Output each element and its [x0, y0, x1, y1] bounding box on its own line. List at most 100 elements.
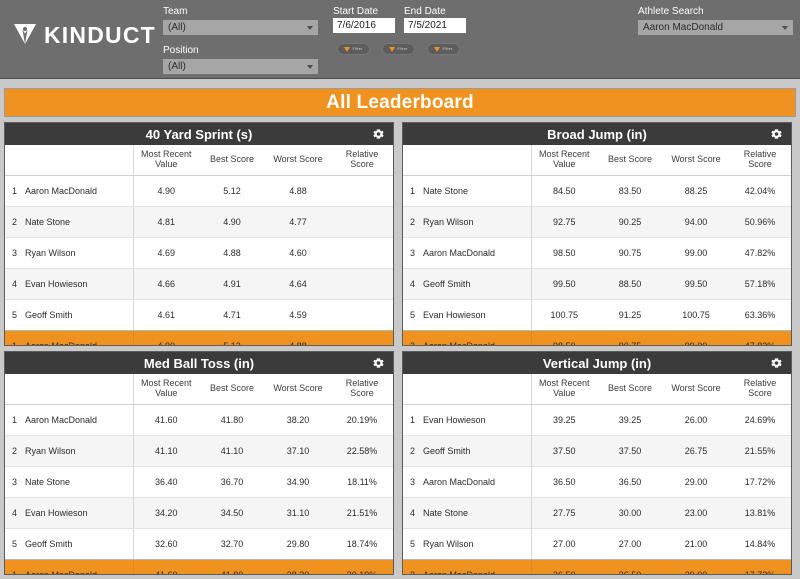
cell-relative — [331, 206, 393, 238]
table-row[interactable]: 2 Ryan Wilson 41.10 41.10 37.10 22.58% — [5, 435, 393, 467]
table-row[interactable]: 3 Aaron MacDonald 98.50 90.75 99.00 47.82% — [403, 237, 791, 269]
cell-relative: 47.82% — [729, 329, 791, 345]
leaderboard-panel-grid: 40 Yard Sprint (s) Most Recent Value Best … — [4, 122, 796, 575]
cell-name: Geoff Smith — [423, 268, 532, 300]
cell-rank: 2 — [403, 435, 423, 467]
cell-relative: 47.82% — [729, 237, 791, 269]
column-header-blank-1[interactable] — [423, 374, 532, 405]
highlighted-athlete-row[interactable]: 1 Aaron MacDonald 4.90 5.12 4.88 — [5, 329, 393, 345]
cell-name: Evan Howieson — [25, 268, 134, 300]
column-header-blank-1[interactable] — [25, 145, 134, 176]
cell-rank: 1 — [5, 329, 25, 345]
column-header-worst-score[interactable]: Worst Score — [663, 145, 729, 176]
table-row[interactable]: 4 Geoff Smith 99.50 88.50 99.50 57.18% — [403, 268, 791, 300]
column-header-blank-1[interactable] — [423, 145, 532, 176]
column-header-best-score[interactable]: Best Score — [199, 145, 265, 176]
column-header-best-score[interactable]: Best Score — [199, 374, 265, 405]
cell-best: 36.50 — [597, 558, 663, 574]
column-header-relative-score[interactable]: Relative Score — [331, 374, 393, 405]
table-row[interactable]: 4 Evan Howieson 34.20 34.50 31.10 21.51% — [5, 497, 393, 529]
table-row[interactable]: 3 Aaron MacDonald 36.50 36.50 29.00 17.72% — [403, 466, 791, 498]
table-row[interactable]: 1 Aaron MacDonald 41.60 41.80 38.20 20.19% — [5, 404, 393, 436]
table-row[interactable]: 2 Ryan Wilson 92.75 90.25 94.00 50.96% — [403, 206, 791, 238]
end-date-input[interactable]: 7/5/2021 — [404, 18, 466, 33]
leaderboard-table-40-yard-sprint-s: Most Recent Value Best Score Worst Score Re… — [5, 145, 393, 345]
cell-most-recent: 92.75 — [531, 206, 597, 238]
table-row[interactable]: 2 Geoff Smith 37.50 37.50 26.75 21.55% — [403, 435, 791, 467]
cell-most-recent: 36.40 — [133, 466, 199, 498]
gear-icon[interactable] — [372, 128, 385, 141]
cell-relative: 13.81% — [729, 497, 791, 529]
table-row[interactable]: 1 Aaron MacDonald 4.90 5.12 4.88 — [5, 175, 393, 207]
cell-best: 90.75 — [597, 237, 663, 269]
filter-pill-2[interactable]: Filter — [382, 43, 415, 55]
highlighted-athlete-row[interactable]: 1 Aaron MacDonald 41.60 41.80 38.20 20.19% — [5, 558, 393, 574]
start-date-input[interactable]: 7/6/2016 — [333, 18, 395, 33]
position-dropdown[interactable]: (All) — [163, 59, 318, 74]
table-row[interactable]: 5 Geoff Smith 4.61 4.71 4.59 — [5, 299, 393, 331]
column-header-worst-score[interactable]: Worst Score — [265, 145, 331, 176]
panel-header-med-ball-toss-in: Med Ball Toss (in) — [5, 352, 393, 374]
cell-most-recent: 34.20 — [133, 497, 199, 529]
athlete-search-dropdown[interactable]: Aaron MacDonald — [638, 20, 793, 35]
cell-most-recent: 39.25 — [531, 404, 597, 436]
highlighted-athlete-row[interactable]: 3 Aaron MacDonald 36.50 36.50 29.00 17.72% — [403, 558, 791, 574]
table-row[interactable]: 3 Ryan Wilson 4.69 4.88 4.60 — [5, 237, 393, 269]
panel-title-40-yard-sprint-s: 40 Yard Sprint (s) — [145, 126, 253, 142]
cell-rank: 5 — [5, 299, 25, 331]
table-header-row: Most Recent Value Best Score Worst Score Re… — [403, 145, 791, 176]
gear-icon[interactable] — [372, 357, 385, 370]
column-header-most-recent-value[interactable]: Most Recent Value — [133, 374, 199, 405]
column-header-relative-score[interactable]: Relative Score — [729, 145, 791, 176]
column-header-relative-score[interactable]: Relative Score — [331, 145, 393, 176]
cell-relative: 18.74% — [331, 528, 393, 560]
column-header-blank-0[interactable] — [403, 374, 423, 405]
table-row[interactable]: 1 Evan Howieson 39.25 39.25 26.00 24.69% — [403, 404, 791, 436]
column-header-blank-1[interactable] — [25, 374, 134, 405]
cell-most-recent: 4.69 — [133, 237, 199, 269]
cell-best: 37.50 — [597, 435, 663, 467]
table-row[interactable]: 5 Geoff Smith 32.60 32.70 29.80 18.74% — [5, 528, 393, 560]
column-header-best-score[interactable]: Best Score — [597, 145, 663, 176]
chevron-down-icon — [307, 64, 313, 69]
table-row[interactable]: 4 Evan Howieson 4.66 4.91 4.64 — [5, 268, 393, 300]
gear-icon[interactable] — [770, 128, 783, 141]
cell-best: 5.12 — [199, 175, 265, 207]
filter-pill-3[interactable]: Filter — [427, 43, 460, 55]
column-header-relative-score[interactable]: Relative Score — [729, 374, 791, 405]
cell-best: 27.00 — [597, 528, 663, 560]
cell-relative: 22.58% — [331, 435, 393, 467]
column-header-worst-score[interactable]: Worst Score — [663, 374, 729, 405]
column-header-blank-0[interactable] — [5, 145, 25, 176]
team-dropdown[interactable]: (All) — [163, 20, 318, 35]
cell-name: Nate Stone — [25, 206, 134, 238]
column-header-worst-score[interactable]: Worst Score — [265, 374, 331, 405]
column-header-most-recent-value[interactable]: Most Recent Value — [531, 145, 597, 176]
cell-most-recent: 36.50 — [531, 466, 597, 498]
table-row[interactable]: 5 Evan Howieson 100.75 91.25 100.75 63.36% — [403, 299, 791, 331]
table-row[interactable]: 2 Nate Stone 4.81 4.90 4.77 — [5, 206, 393, 238]
filter-pill-1[interactable]: Filter — [337, 43, 370, 55]
athlete-search-group: Athlete Search Aaron MacDonald — [638, 6, 793, 35]
table-row[interactable]: 1 Nate Stone 84.50 83.50 88.25 42.04% — [403, 175, 791, 207]
table-row[interactable]: 3 Nate Stone 36.40 36.70 34.90 18.11% — [5, 466, 393, 498]
cell-most-recent: 37.50 — [531, 435, 597, 467]
column-header-best-score[interactable]: Best Score — [597, 374, 663, 405]
column-header-most-recent-value[interactable]: Most Recent Value — [133, 145, 199, 176]
highlighted-athlete-row[interactable]: 3 Aaron MacDonald 98.50 90.75 99.00 47.82% — [403, 329, 791, 345]
column-header-blank-0[interactable] — [5, 374, 25, 405]
leaderboard-table-vertical-jump-in: Most Recent Value Best Score Worst Score Re… — [403, 374, 791, 574]
athlete-search-value: Aaron MacDonald — [643, 21, 724, 33]
cell-worst: 4.77 — [265, 206, 331, 238]
start-date-group: Start Date 7/6/2016 — [333, 6, 398, 33]
cell-worst: 26.75 — [663, 435, 729, 467]
cell-best: 32.70 — [199, 528, 265, 560]
table-row[interactable]: 5 Ryan Wilson 27.00 27.00 21.00 14.84% — [403, 528, 791, 560]
column-header-most-recent-value[interactable]: Most Recent Value — [531, 374, 597, 405]
cell-relative: 20.19% — [331, 404, 393, 436]
gear-icon[interactable] — [770, 357, 783, 370]
cell-name: Geoff Smith — [423, 435, 532, 467]
leaderboard-table-med-ball-toss-in: Most Recent Value Best Score Worst Score Re… — [5, 374, 393, 574]
column-header-blank-0[interactable] — [403, 145, 423, 176]
table-row[interactable]: 4 Nate Stone 27.75 30.00 23.00 13.81% — [403, 497, 791, 529]
